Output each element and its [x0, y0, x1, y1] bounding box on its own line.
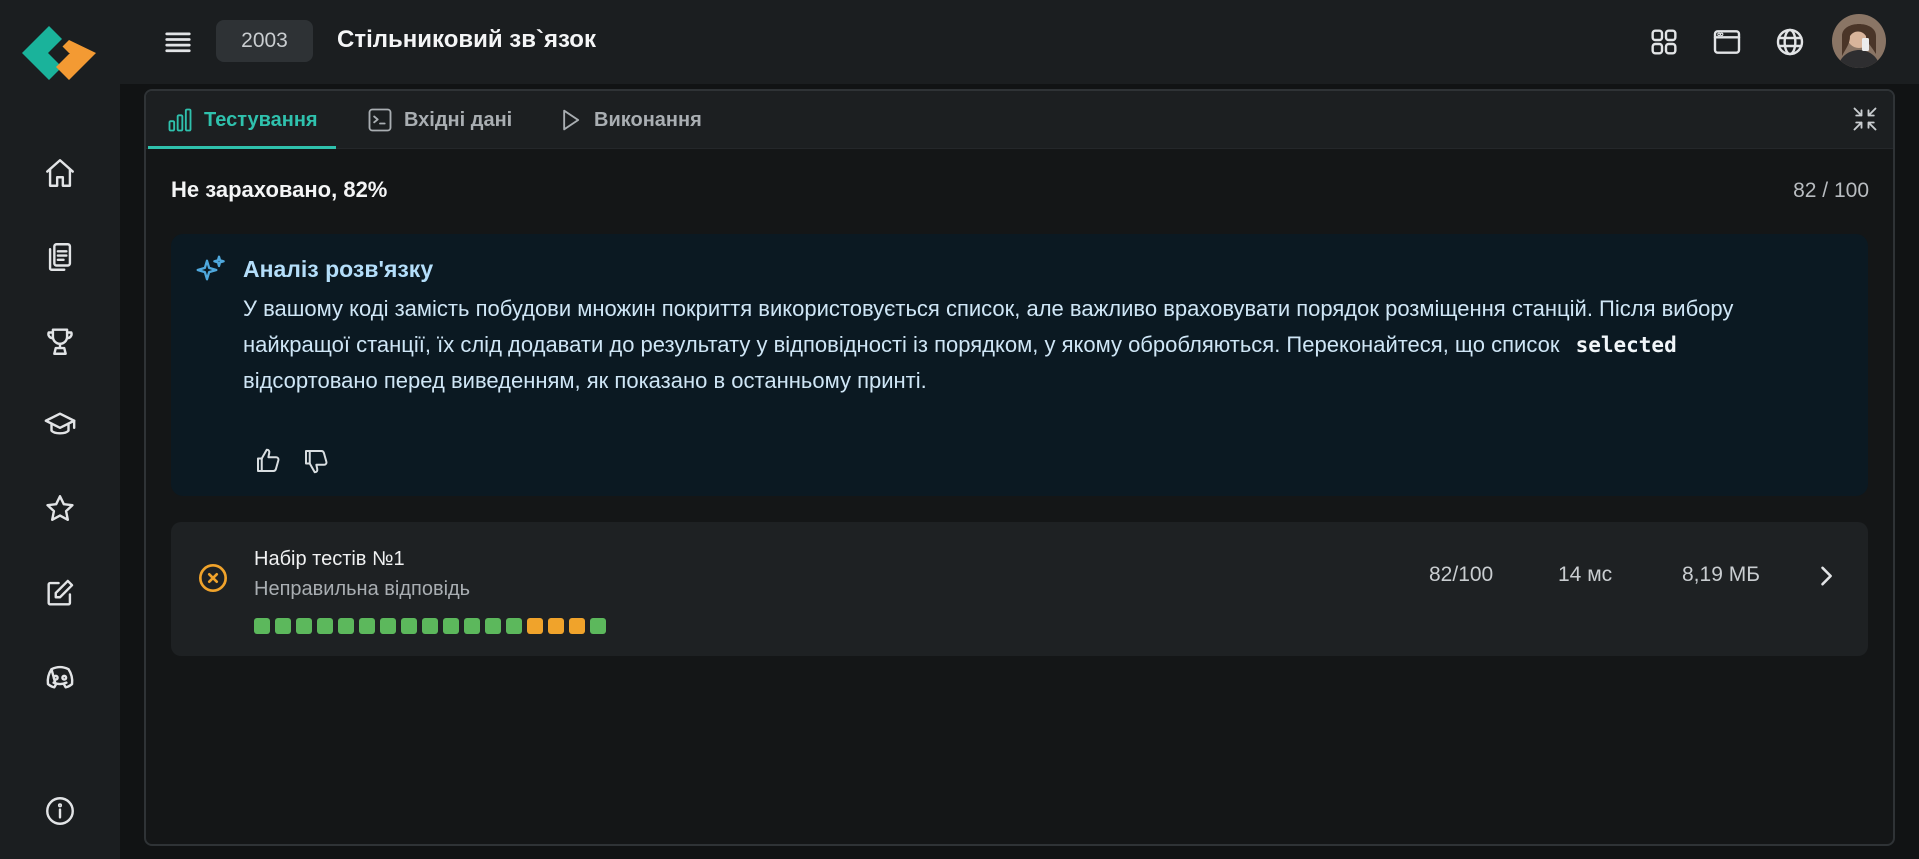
- play-icon: [563, 109, 580, 131]
- home-icon[interactable]: [38, 151, 82, 195]
- analysis-text-part2: відсортовано перед виведенням, як показа…: [243, 368, 927, 393]
- analysis-code-snippet: selected: [1575, 333, 1677, 357]
- problem-number-badge[interactable]: 2003: [216, 20, 313, 62]
- test-results-strip: [254, 618, 606, 634]
- test-cell-passed[interactable]: [296, 618, 312, 634]
- browser-window-icon[interactable]: [1705, 20, 1749, 64]
- test-cell-passed[interactable]: [590, 618, 606, 634]
- test-cell-passed[interactable]: [275, 618, 291, 634]
- test-cell-passed[interactable]: [254, 618, 270, 634]
- test-cell-passed[interactable]: [443, 618, 459, 634]
- collapse-icon[interactable]: [1851, 105, 1881, 135]
- star-icon[interactable]: [38, 487, 82, 531]
- bar-chart-icon: [168, 108, 192, 132]
- test-set-title: Набір тестів №1: [254, 548, 405, 570]
- thumbs-up-icon[interactable]: [251, 444, 285, 478]
- sidebar: [0, 0, 120, 859]
- menu-icon[interactable]: [158, 22, 198, 62]
- analysis-text: У вашому коді замість побудови множин по…: [243, 291, 1803, 399]
- test-cell-passed[interactable]: [485, 618, 501, 634]
- tab-execution[interactable]: Виконання: [556, 91, 702, 149]
- top-bar: 2003 Стільниковий зв`язок: [120, 0, 1919, 84]
- sparkles-icon: [195, 254, 227, 286]
- solution-analysis-card: Аналіз розв'язку У вашому коді замість п…: [171, 234, 1868, 496]
- analysis-title: Аналіз розв'язку: [243, 256, 434, 282]
- test-set-memory: 8,19 МБ: [1682, 563, 1760, 586]
- test-set-row[interactable]: Набір тестів №1 Неправильна відповідь 82…: [171, 522, 1868, 656]
- discord-icon[interactable]: [38, 655, 82, 699]
- education-cap-icon[interactable]: [38, 403, 82, 447]
- logo[interactable]: [22, 26, 96, 80]
- test-cell-passed[interactable]: [359, 618, 375, 634]
- terminal-icon: [368, 108, 392, 132]
- analysis-text-part1: У вашому коді замість побудови множин по…: [243, 296, 1734, 357]
- user-avatar[interactable]: [1832, 14, 1886, 68]
- test-cell-passed[interactable]: [338, 618, 354, 634]
- test-cell-failed[interactable]: [548, 618, 564, 634]
- edit-icon[interactable]: [38, 571, 82, 615]
- tab-input-data-label: Вхідні дані: [404, 108, 513, 131]
- test-cell-passed[interactable]: [380, 618, 396, 634]
- failed-circle-x-icon: [197, 562, 229, 594]
- test-cell-passed[interactable]: [506, 618, 522, 634]
- test-set-score: 82/100: [1429, 563, 1494, 586]
- globe-language-icon[interactable]: [1768, 20, 1812, 64]
- tab-execution-label: Виконання: [594, 108, 702, 131]
- info-icon[interactable]: [38, 789, 82, 833]
- tab-input-data[interactable]: Вхідні дані: [366, 91, 512, 149]
- results-panel: Тестування Вхідні дані Виконання Не зара…: [144, 89, 1895, 846]
- tab-testing-label: Тестування: [204, 108, 318, 131]
- test-set-status: Неправильна відповідь: [254, 578, 471, 600]
- chevron-right-icon[interactable]: [1812, 562, 1842, 592]
- test-cell-failed[interactable]: [527, 618, 543, 634]
- test-cell-failed[interactable]: [569, 618, 585, 634]
- tab-testing[interactable]: Тестування: [148, 91, 336, 149]
- verdict-text: Не зараховано, 82%: [171, 177, 388, 202]
- test-cell-passed[interactable]: [401, 618, 417, 634]
- thumbs-down-icon[interactable]: [299, 444, 333, 478]
- problems-clipboard-icon[interactable]: [38, 235, 82, 279]
- test-cell-passed[interactable]: [464, 618, 480, 634]
- test-cell-passed[interactable]: [422, 618, 438, 634]
- total-score: 82 / 100: [1793, 179, 1869, 202]
- tab-bar: Тестування Вхідні дані Виконання: [146, 91, 1893, 149]
- trophy-icon[interactable]: [38, 319, 82, 363]
- test-set-time: 14 мс: [1558, 563, 1613, 586]
- apps-grid-icon[interactable]: [1642, 20, 1686, 64]
- test-cell-passed[interactable]: [317, 618, 333, 634]
- problem-title: Стільниковий зв`язок: [337, 26, 596, 53]
